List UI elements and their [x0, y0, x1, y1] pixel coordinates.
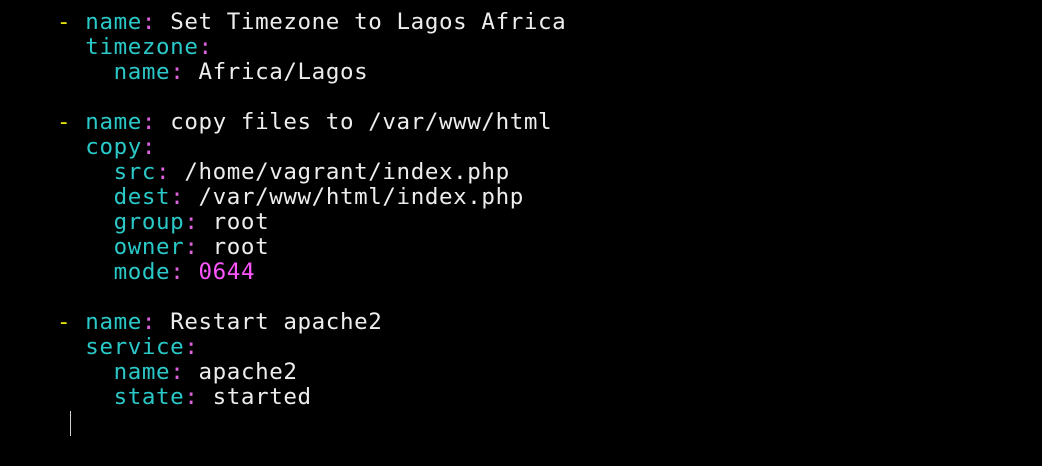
list-dash: - [57, 109, 86, 135]
yaml-value: root [212, 209, 270, 235]
text-cursor [70, 411, 71, 436]
yaml-key: name [113, 359, 171, 385]
key-colon: : [170, 184, 185, 210]
key-colon: : [184, 384, 199, 410]
key-colon: : [141, 134, 157, 160]
code-view[interactable]: - name: Set Timezone to Lagos Africa tim… [57, 10, 566, 410]
yaml-value: copy files to /var/www/html [170, 109, 553, 135]
yaml-value: /var/www/html/index.php [198, 184, 524, 210]
code-line[interactable]: service: [57, 335, 566, 360]
yaml-value: /home/vagrant/index.php [184, 159, 510, 185]
code-line[interactable]: copy: [57, 135, 566, 160]
yaml-key: name [85, 9, 142, 35]
code-line[interactable]: timezone: [57, 35, 566, 60]
yaml-key: name [85, 309, 142, 335]
key-colon: : [184, 234, 199, 260]
yaml-key: service [85, 334, 185, 360]
key-colon: : [156, 159, 171, 185]
list-dash: - [57, 309, 86, 335]
key-colon: : [141, 109, 157, 135]
key-colon: : [141, 9, 157, 35]
yaml-value: root [212, 234, 270, 260]
yaml-key: name [85, 109, 142, 135]
yaml-value: Restart apache2 [170, 309, 383, 335]
code-line[interactable]: - name: Set Timezone to Lagos Africa [57, 10, 566, 35]
yaml-key: timezone [85, 34, 199, 60]
key-colon: : [170, 59, 185, 85]
yaml-value: Set Timezone to Lagos Africa [170, 9, 567, 35]
key-colon: : [184, 209, 199, 235]
code-line[interactable]: mode: 0644 [57, 260, 566, 285]
yaml-key: copy [85, 134, 142, 160]
key-colon: : [170, 259, 185, 285]
yaml-key: group [113, 209, 185, 235]
code-line[interactable]: src: /home/vagrant/index.php [57, 160, 566, 185]
code-line[interactable]: - name: copy files to /var/www/html [57, 110, 566, 135]
yaml-key: name [113, 59, 171, 85]
list-dash: - [57, 9, 86, 35]
blank-line[interactable] [57, 285, 566, 310]
key-colon: : [170, 359, 185, 385]
yaml-key: mode [113, 259, 171, 285]
yaml-value: started [212, 384, 312, 410]
code-line[interactable]: dest: /var/www/html/index.php [57, 185, 566, 210]
yaml-value: apache2 [198, 359, 298, 385]
code-line[interactable]: state: started [57, 385, 566, 410]
terminal-editor[interactable]: - name: Set Timezone to Lagos Africa tim… [0, 0, 1042, 466]
key-colon: : [198, 34, 213, 60]
code-line[interactable]: group: root [57, 210, 566, 235]
yaml-value: Africa/Lagos [198, 59, 369, 85]
code-line[interactable]: - name: Restart apache2 [57, 310, 566, 335]
yaml-key: owner [113, 234, 185, 260]
code-line[interactable]: owner: root [57, 235, 566, 260]
key-colon: : [184, 334, 199, 360]
yaml-key: src [113, 159, 157, 185]
yaml-key: dest [113, 184, 171, 210]
blank-line[interactable] [57, 85, 566, 110]
code-line[interactable]: name: apache2 [57, 360, 566, 385]
code-line[interactable]: name: Africa/Lagos [57, 60, 566, 85]
key-colon: : [141, 309, 157, 335]
yaml-key: state [113, 384, 185, 410]
yaml-value: 0644 [198, 259, 256, 285]
